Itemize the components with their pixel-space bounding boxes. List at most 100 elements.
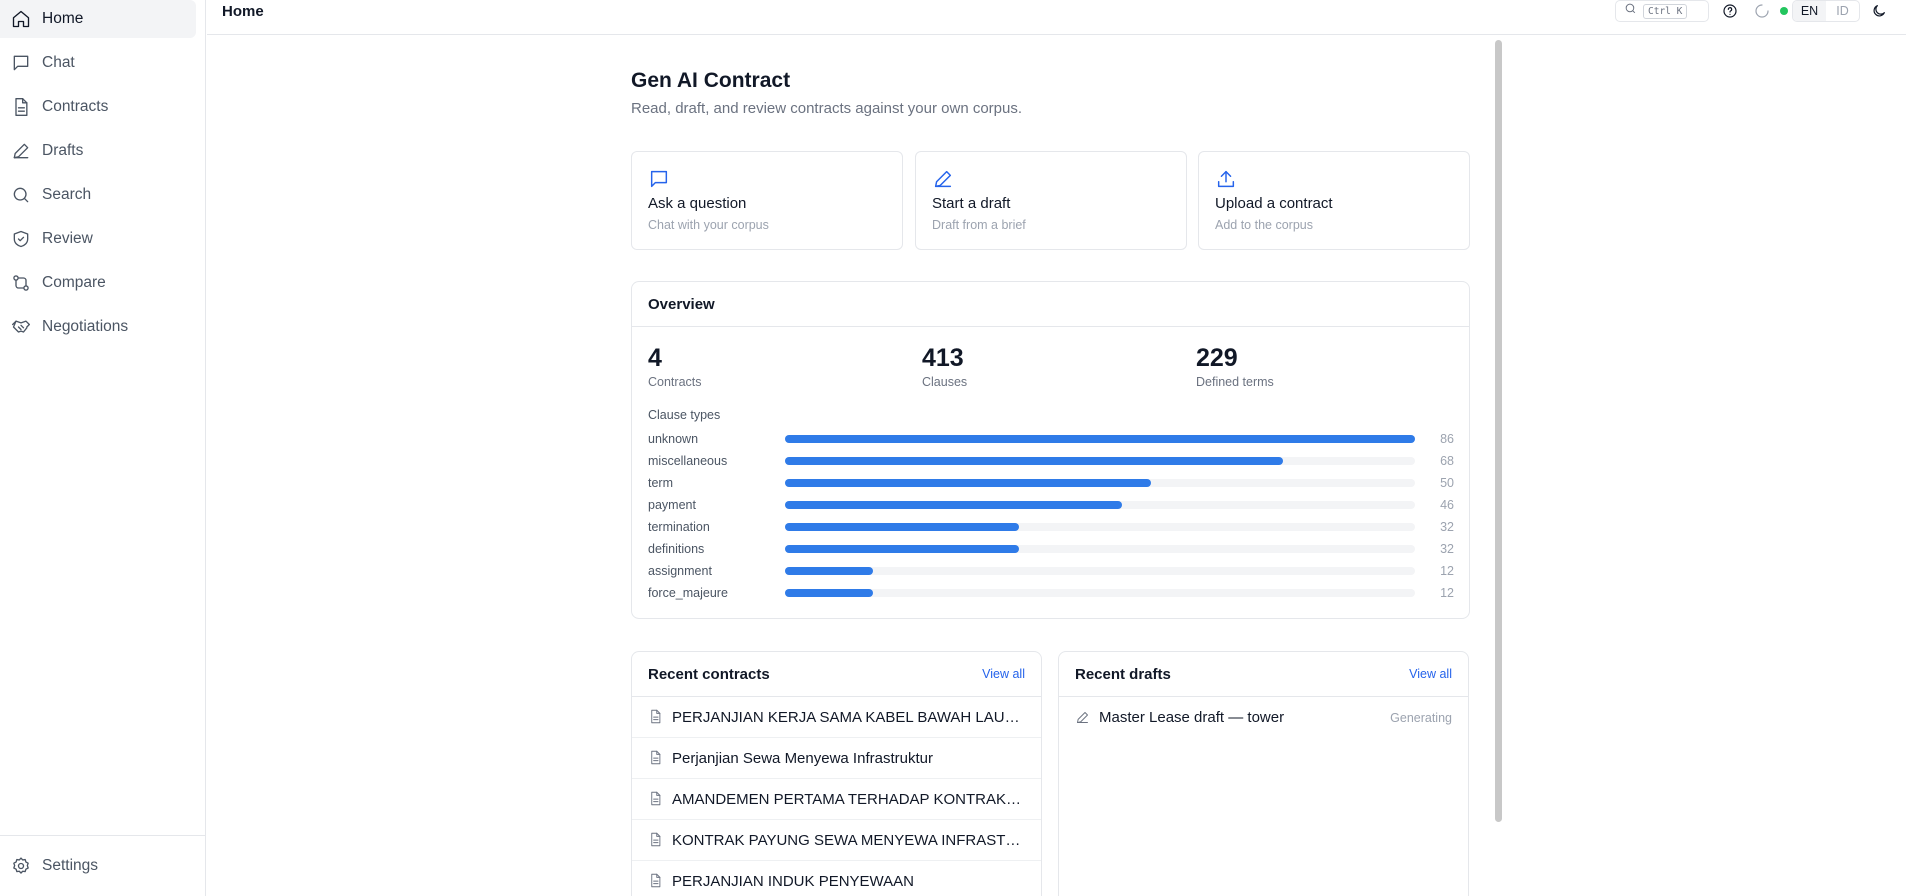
keyboard-shortcut: Ctrl K bbox=[1643, 3, 1688, 19]
file-icon bbox=[648, 709, 664, 725]
sidebar-item-search[interactable]: Search bbox=[0, 176, 196, 214]
bar-track bbox=[785, 567, 1415, 575]
file-icon bbox=[648, 832, 664, 848]
clause-type-row: definitions 32 bbox=[648, 541, 1454, 557]
hero-subtitle: Read, draft, and review contracts agains… bbox=[631, 100, 1023, 117]
clause-type-count: 68 bbox=[1440, 454, 1454, 468]
file-icon bbox=[648, 750, 664, 766]
hero-title: Gen AI Contract bbox=[631, 69, 791, 92]
clause-type-count: 12 bbox=[1440, 564, 1454, 578]
sidebar-item-compare[interactable]: Compare bbox=[0, 264, 196, 302]
shield-check-icon bbox=[10, 228, 32, 250]
view-all-drafts-link[interactable]: View all bbox=[1409, 667, 1452, 681]
stat-label: Contracts bbox=[648, 375, 702, 389]
contract-list-item[interactable]: Perjanjian Sewa Menyewa Infrastruktur bbox=[632, 738, 1041, 779]
pen-icon bbox=[10, 140, 32, 162]
card-subtitle: Chat with your corpus bbox=[648, 218, 769, 232]
clause-type-label: assignment bbox=[648, 564, 712, 578]
recent-drafts-header: Recent drafts View all bbox=[1059, 652, 1468, 697]
ask-question-card[interactable]: Ask a question Chat with your corpus bbox=[631, 151, 903, 250]
draft-status: Generating bbox=[1390, 710, 1452, 725]
bar-fill bbox=[785, 567, 873, 575]
contract-list-item[interactable]: PERJANJIAN INDUK PENYEWAAN bbox=[632, 861, 1041, 896]
clause-type-label: term bbox=[648, 476, 673, 490]
sidebar-item-label: Review bbox=[42, 230, 93, 247]
clause-type-label: definitions bbox=[648, 542, 705, 556]
sidebar-item-review[interactable]: Review bbox=[0, 220, 196, 258]
sidebar-item-settings[interactable]: Settings bbox=[0, 847, 196, 885]
bar-track bbox=[785, 545, 1415, 553]
sidebar-item-label: Compare bbox=[42, 274, 106, 291]
view-all-contracts-link[interactable]: View all bbox=[982, 667, 1025, 681]
overview-title: Overview bbox=[648, 295, 715, 313]
clause-type-label: termination bbox=[648, 520, 710, 534]
pen-icon bbox=[1075, 710, 1091, 726]
contract-list-item[interactable]: PERJANJIAN KERJA SAMA KABEL BAWAH LAUT /… bbox=[632, 697, 1041, 738]
sidebar-item-negotiations[interactable]: Negotiations bbox=[0, 308, 196, 346]
clause-type-count: 32 bbox=[1440, 520, 1454, 534]
bar-fill bbox=[785, 501, 1122, 509]
sidebar-item-label: Settings bbox=[42, 857, 99, 874]
bar-track bbox=[785, 435, 1415, 443]
stat-label: Defined terms bbox=[1196, 375, 1274, 389]
command-search-button[interactable]: Ctrl K bbox=[1615, 0, 1709, 22]
lang-id-button[interactable]: ID bbox=[1826, 1, 1859, 21]
upload-icon bbox=[1215, 168, 1237, 190]
bar-fill bbox=[785, 457, 1284, 465]
clause-type-row: unknown 86 bbox=[648, 431, 1454, 447]
page-title: Home bbox=[222, 3, 264, 20]
clause-type-row: force_majeure 12 bbox=[648, 585, 1454, 601]
stat-clauses: 413 Clauses bbox=[922, 344, 967, 389]
clause-type-count: 32 bbox=[1440, 542, 1454, 556]
card-subtitle: Add to the corpus bbox=[1215, 218, 1313, 232]
stat-label: Clauses bbox=[922, 375, 968, 389]
bar-track bbox=[785, 457, 1415, 465]
contract-title: PERJANJIAN KERJA SAMA KABEL BAWAH LAUT /… bbox=[672, 708, 1025, 726]
file-icon bbox=[10, 96, 32, 118]
bar-track bbox=[785, 523, 1415, 531]
contract-title: PERJANJIAN INDUK PENYEWAAN bbox=[672, 872, 914, 890]
clause-type-label: unknown bbox=[648, 432, 699, 446]
language-switcher: EN ID bbox=[1792, 0, 1860, 22]
sidebar-item-label: Drafts bbox=[42, 142, 84, 159]
sidebar-item-home[interactable]: Home bbox=[0, 0, 196, 38]
bar-track bbox=[785, 479, 1415, 487]
clause-type-row: assignment 12 bbox=[648, 563, 1454, 579]
contract-list-item[interactable]: KONTRAK PAYUNG SEWA MENYEWA INFRASTRUK..… bbox=[632, 820, 1041, 861]
card-title: Ask a question bbox=[648, 195, 747, 212]
clause-type-row: payment 46 bbox=[648, 497, 1454, 513]
card-title: Upload a contract bbox=[1215, 195, 1333, 212]
lang-en-button[interactable]: EN bbox=[1793, 1, 1826, 21]
pen-icon bbox=[932, 168, 954, 190]
bar-track bbox=[785, 501, 1415, 509]
clause-type-count: 46 bbox=[1440, 498, 1454, 512]
draft-list-item[interactable]: Master Lease draft — tower Generating bbox=[1059, 697, 1468, 738]
overview-panel: Overview 4 Contracts 413 Clauses 229 Def… bbox=[631, 281, 1470, 619]
sidebar-item-chat[interactable]: Chat bbox=[0, 44, 196, 82]
dark-mode-toggle-icon[interactable] bbox=[1870, 2, 1888, 20]
help-icon[interactable] bbox=[1721, 2, 1739, 20]
recent-drafts-title: Recent drafts bbox=[1075, 665, 1171, 683]
start-draft-card[interactable]: Start a draft Draft from a brief bbox=[915, 151, 1187, 250]
upload-contract-card[interactable]: Upload a contract Add to the corpus bbox=[1198, 151, 1470, 250]
sidebar-item-label: Contracts bbox=[42, 98, 109, 115]
main-scrollbar[interactable] bbox=[1495, 40, 1502, 822]
chat-icon bbox=[10, 52, 32, 74]
clause-type-count: 12 bbox=[1440, 586, 1454, 600]
bar-track bbox=[785, 589, 1415, 597]
clause-type-label: miscellaneous bbox=[648, 454, 728, 468]
sidebar: Home Chat Contracts Drafts Search Review… bbox=[0, 0, 206, 896]
gear-icon bbox=[10, 855, 32, 877]
sidebar-item-contracts[interactable]: Contracts bbox=[0, 88, 196, 126]
clause-type-label: force_majeure bbox=[648, 586, 728, 600]
sidebar-item-drafts[interactable]: Drafts bbox=[0, 132, 196, 170]
bar-fill bbox=[785, 589, 873, 597]
draft-title: Master Lease draft — tower bbox=[1099, 709, 1285, 726]
contract-list-item[interactable]: AMANDEMEN PERTAMA TERHADAP KONTRAK PA... bbox=[632, 779, 1041, 820]
bar-fill bbox=[785, 545, 1020, 553]
card-title: Start a draft bbox=[932, 195, 1011, 212]
recent-contracts-title: Recent contracts bbox=[648, 665, 770, 683]
contract-title: KONTRAK PAYUNG SEWA MENYEWA INFRASTRUK..… bbox=[672, 831, 1025, 849]
bar-fill bbox=[785, 435, 1415, 443]
stat-value: 4 bbox=[648, 344, 662, 372]
